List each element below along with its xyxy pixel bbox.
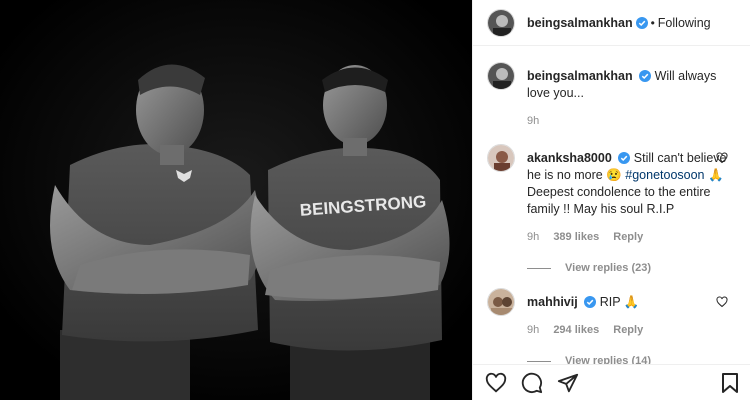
reply-button[interactable]: Reply <box>613 231 643 243</box>
commenter-avatar[interactable] <box>487 144 515 172</box>
heart-icon[interactable] <box>716 152 728 164</box>
comment-likes[interactable]: 389 likes <box>553 231 599 243</box>
author-username[interactable]: beingsalmankhan <box>527 16 633 30</box>
post-image[interactable]: BEINGSTRONG <box>0 0 472 400</box>
view-replies-button[interactable]: View replies (14) <box>527 355 736 364</box>
action-bar <box>473 364 750 400</box>
caption: beingsalmankhan Will always love you... … <box>487 62 736 130</box>
verified-badge-icon <box>635 16 648 29</box>
comments-list[interactable]: beingsalmankhan Will always love you... … <box>473 46 750 364</box>
bookmark-icon[interactable] <box>720 372 740 394</box>
comment-time[interactable]: 9h <box>527 231 539 243</box>
heart-icon[interactable] <box>716 296 728 308</box>
comment-meta: 9h 294 likes Reply <box>527 322 736 339</box>
verified-badge-icon <box>639 70 652 82</box>
heart-icon[interactable] <box>485 372 507 394</box>
commenter-avatar[interactable] <box>487 288 515 316</box>
comment-item: akanksha8000 Still can't believe he is n… <box>487 144 736 246</box>
caption-meta: 9h <box>527 113 736 130</box>
view-replies-line <box>527 360 551 362</box>
comment-time[interactable]: 9h <box>527 324 539 336</box>
comment-meta: 9h 389 likes Reply <box>527 229 736 246</box>
avatar-image <box>488 145 514 171</box>
verified-badge-icon <box>618 152 631 164</box>
caption-avatar[interactable] <box>487 62 515 90</box>
separator-dot: • <box>650 15 655 30</box>
share-icon[interactable] <box>557 372 579 394</box>
comment-likes[interactable]: 294 likes <box>553 324 599 336</box>
comment-username[interactable]: akanksha8000 <box>527 151 612 165</box>
comment-username[interactable]: mahhivij <box>527 295 578 309</box>
avatar-image <box>488 63 514 89</box>
avatar-image <box>488 289 514 315</box>
verified-badge-icon <box>584 296 597 308</box>
view-replies-line <box>527 267 551 269</box>
post-header: beingsalmankhan • Following <box>473 0 750 46</box>
following-button[interactable]: Following <box>658 16 711 30</box>
caption-body: beingsalmankhan Will always love you... … <box>527 62 736 130</box>
caption-username[interactable]: beingsalmankhan <box>527 69 633 83</box>
avatar-image <box>488 9 514 36</box>
post-photo-graphic: BEINGSTRONG <box>0 0 472 400</box>
author-avatar[interactable] <box>487 8 515 37</box>
view-replies-label: View replies (23) <box>565 262 652 274</box>
comment-item: mahhivij RIP 🙏 9h 294 likes Reply <box>487 288 736 339</box>
comment-body: akanksha8000 Still can't believe he is n… <box>527 144 736 246</box>
comment-body: mahhivij RIP 🙏 9h 294 likes Reply <box>527 288 736 339</box>
view-replies-button[interactable]: View replies (23) <box>527 262 736 274</box>
reply-button[interactable]: Reply <box>613 324 643 336</box>
caption-time[interactable]: 9h <box>527 115 539 127</box>
comment-icon[interactable] <box>521 372 543 394</box>
post-side-panel: beingsalmankhan • Following beingsalmank… <box>472 0 750 400</box>
view-replies-label: View replies (14) <box>565 355 652 364</box>
comment-hashtag[interactable]: #gonetoosoon <box>625 168 704 182</box>
comment-text: RIP 🙏 <box>599 295 640 309</box>
